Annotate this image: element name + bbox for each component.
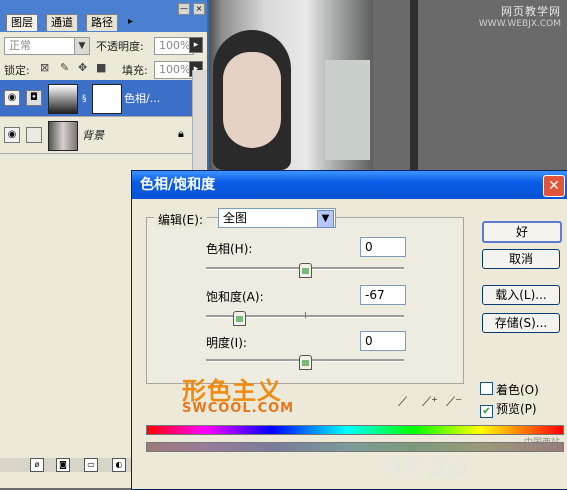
input-color-spectrum-bar [146,425,564,435]
adjustment-thumbnail [48,84,78,114]
output-color-spectrum-bar [146,442,564,452]
lock-position-icon[interactable]: ✥ [78,61,87,74]
edit-label: 编辑(E): [154,211,207,228]
chain-link-icon: § [82,94,87,104]
preview-checkbox[interactable]: ✔ 预览(P) [480,400,537,418]
load-button[interactable]: 载入(L)... [482,285,560,305]
layer-link-icon[interactable]: ◘ [26,90,42,106]
lock-label: 锁定: [4,64,30,77]
ok-button[interactable]: 好 [482,221,562,243]
tab-layers[interactable]: 图层 [6,14,38,31]
lock-icon: 🔒︎ [178,127,184,140]
layer-mask-thumbnail [92,84,122,114]
tab-paths[interactable]: 路径 [86,14,118,31]
eyedropper-minus-icon[interactable]: ⟋⁻ [446,395,462,410]
layer-row-background[interactable]: ◉ 背景 🔒︎ [0,117,193,154]
saturation-input[interactable]: -67 [360,285,406,305]
dialog-titlebar[interactable]: 色相/饱和度 ✕ [132,171,567,199]
eyedropper-plus-icon[interactable]: ⟋⁺ [422,395,438,410]
opacity-value: 100% [159,39,191,52]
photo-face-region [223,52,281,148]
panel-close-button[interactable]: × [193,3,205,15]
lightness-input[interactable]: 0 [360,331,406,351]
lock-all-icon[interactable]: ■ [96,61,106,74]
hue-label: 色相(H): [206,242,253,256]
lock-image-icon[interactable]: ✎ [60,61,69,74]
tab-channels[interactable]: 通道 [46,14,78,31]
blend-mode-value: 正常 [9,39,31,52]
site-watermark-url: WWW.WEBJX.COM [478,19,561,29]
eye-icon[interactable]: ◉ [4,90,20,106]
brand-logo: 形色主义 SWCOOL.COM [182,371,293,416]
panel-minimize-button[interactable]: — [178,3,190,15]
layer-name-hue-saturation: 色相/... [124,92,161,105]
eyedropper-icon[interactable]: ⟋ [398,395,407,410]
site-watermark-name: 网页教学网 [501,5,561,18]
add-mask-icon[interactable]: ◙ [56,458,70,472]
brand-logo-english: SWCOOL.COM [182,401,295,416]
cancel-button[interactable]: 取消 [482,249,560,269]
panel-tab-strip: — × 图层 通道 路径 ▸ [0,0,207,32]
colorize-label: 着色(O) [496,383,539,397]
edit-channel-value: 全图 [223,211,248,225]
canvas-edge-strip [410,0,418,170]
lock-transparency-icon[interactable]: ⊠ [40,61,49,74]
saturation-center-tick [305,312,306,318]
dialog-body: 编辑(E): 全图 ▼ 色相(H): 0 饱和度(A): -67 明度(I): … [132,199,567,489]
lightness-label: 明度(I): [206,336,247,350]
chevron-down-icon: ▼ [317,210,334,228]
dialog-title: 色相/饱和度 [140,177,216,193]
adjustment-layer-icon[interactable]: ◐ [112,458,126,472]
colorize-checkbox[interactable]: 着色(O) [480,381,539,398]
panel-menu-icon[interactable]: ▸ [128,16,144,30]
blend-mode-select[interactable]: 正常 ▼ [4,37,90,55]
site-watermark: 网页教学网 WWW.WEBJX.COM [479,6,561,30]
layer-link-icon[interactable] [26,127,42,143]
opacity-input[interactable]: 100% [154,37,194,55]
hue-slider-thumb[interactable] [299,263,312,278]
watermark-bottom: 阿里西西 [382,455,470,479]
lightness-slider-thumb[interactable] [299,355,312,370]
hue-input[interactable]: 0 [360,237,406,257]
layer-name-background: 背景 [82,129,104,142]
fill-input[interactable]: 100% [154,61,194,79]
fill-value: 100% [159,63,191,76]
background-thumbnail [48,121,78,151]
edit-channel-select[interactable]: 全图 ▼ [218,208,336,228]
preview-label: 预览(P) [496,402,537,416]
save-button[interactable]: 存储(S)... [482,313,560,333]
eye-icon[interactable]: ◉ [4,127,20,143]
chevron-down-icon: ▼ [74,38,89,54]
photo-window-region [325,60,370,160]
close-icon[interactable]: ✕ [543,175,565,197]
watermark-small: 中国西站 [524,438,561,448]
saturation-label: 饱和度(A): [206,290,264,304]
saturation-slider-thumb[interactable] [232,311,246,326]
colorize-checkbox-box[interactable] [480,382,493,395]
check-icon[interactable]: ✔ [480,405,493,418]
opacity-label: 不透明度: [96,40,144,53]
fill-label: 填充: [122,64,148,77]
layer-row-hue-saturation[interactable]: ◉ ◘ § 色相/... [0,80,193,117]
new-group-icon[interactable]: ▭ [84,458,98,472]
opacity-slider-button[interactable]: ▸ [189,37,203,53]
hue-saturation-dialog: 色相/饱和度 ✕ 编辑(E): 全图 ▼ 色相(H): 0 饱和度(A): -6… [131,170,567,490]
link-layers-icon[interactable]: ø [30,458,44,472]
